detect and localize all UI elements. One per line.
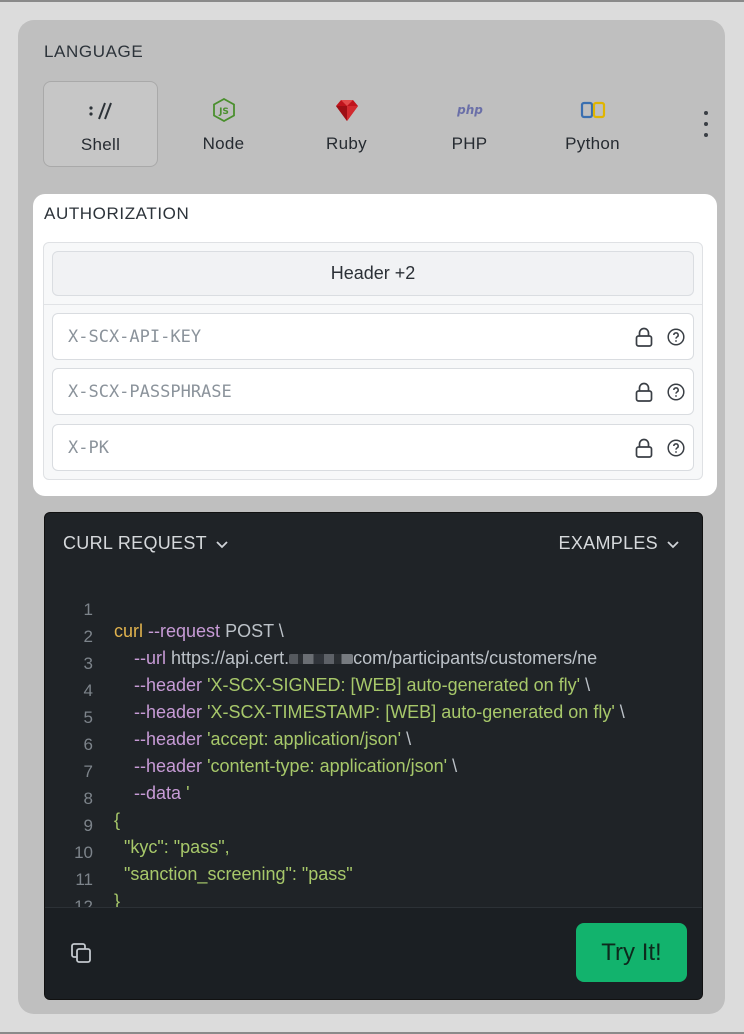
lock-icon [634, 438, 654, 458]
language-option-python[interactable]: Python [535, 81, 650, 167]
passphrase-field [52, 368, 694, 415]
pk-input[interactable] [53, 425, 613, 470]
code-line: 1 curl --request POST \ [45, 579, 702, 641]
chevron-down-icon [216, 540, 228, 548]
api-key-field [52, 313, 694, 360]
code-line: 11 } [45, 849, 702, 911]
language-option-label: Shell [80, 135, 121, 154]
code-line: 7 --data ' [45, 741, 702, 803]
code-line: 5 --header 'accept: application/json' \ [45, 687, 702, 749]
code-line: 12 ' [45, 876, 702, 913]
language-label: LANGUAGE [44, 42, 144, 61]
more-vertical-icon [704, 111, 708, 115]
language-option-label: Node [202, 134, 245, 153]
authorization-section: AUTHORIZATION Header +2 [33, 194, 717, 496]
language-option-label: Ruby [326, 134, 367, 153]
language-option-ruby[interactable]: Ruby [289, 81, 404, 167]
more-languages-button[interactable] [694, 111, 718, 137]
language-option-label: Python [565, 134, 620, 153]
code-line: 8 { [45, 768, 702, 830]
svg-text:JS: JS [218, 107, 229, 117]
php-icon: php [455, 98, 485, 122]
request-panel: LANGUAGE Shell JS Node Ruby php PHP Pyth… [18, 20, 725, 1014]
help-icon[interactable] [666, 382, 686, 402]
language-option-shell[interactable]: Shell [43, 81, 158, 167]
code-line: 4 --header 'X-SCX-TIMESTAMP: [WEB] auto-… [45, 660, 702, 722]
lock-icon [634, 382, 654, 402]
code-line: 10 "sanction_screening": "pass" [45, 822, 702, 884]
code-footer: Try It! [45, 907, 702, 999]
api-key-input[interactable] [53, 314, 613, 359]
language-option-php[interactable]: php PHP [412, 81, 527, 167]
code-header: CURL REQUEST EXAMPLES [45, 513, 702, 571]
shell-icon [88, 99, 114, 123]
code-line: 3 --header 'X-SCX-SIGNED: [WEB] auto-gen… [45, 633, 702, 695]
ruby-icon [335, 98, 359, 122]
curl-request-dropdown[interactable]: CURL REQUEST [63, 533, 229, 554]
nodejs-icon: JS [212, 98, 235, 122]
python-icon [580, 98, 606, 122]
examples-dropdown[interactable]: EXAMPLES [559, 533, 680, 554]
pk-field [52, 424, 694, 471]
language-option-node[interactable]: JS Node [166, 81, 281, 167]
curl-request-label: CURL REQUEST [63, 533, 207, 553]
try-it-button[interactable]: Try It! [576, 923, 687, 982]
chevron-down-icon [667, 540, 679, 548]
code-line: 2 --url https://api.cert. com/participant… [45, 606, 702, 668]
authorization-container: Header +2 [43, 242, 703, 480]
auth-header-tab[interactable]: Header +2 [52, 251, 694, 296]
authorization-label: AUTHORIZATION [44, 204, 190, 223]
code-line: 6 --header 'content-type: application/js… [45, 714, 702, 776]
curl-request-panel: CURL REQUEST EXAMPLES 1 curl --request P… [44, 512, 703, 1000]
help-icon[interactable] [666, 327, 686, 347]
code-line: 9 "kyc": "pass", [45, 795, 702, 857]
language-option-label: PHP [451, 134, 488, 153]
passphrase-input[interactable] [53, 369, 613, 414]
examples-label: EXAMPLES [558, 533, 658, 553]
copy-icon[interactable] [69, 941, 93, 965]
code-block[interactable]: 1 curl --request POST \ 2 --url https://… [45, 579, 702, 913]
divider [44, 304, 702, 305]
help-icon[interactable] [666, 438, 686, 458]
lock-icon [634, 327, 654, 347]
svg-text:php: php [456, 103, 483, 117]
window-top-border [0, 0, 744, 2]
language-selector: Shell JS Node Ruby php PHP Python [43, 81, 708, 167]
